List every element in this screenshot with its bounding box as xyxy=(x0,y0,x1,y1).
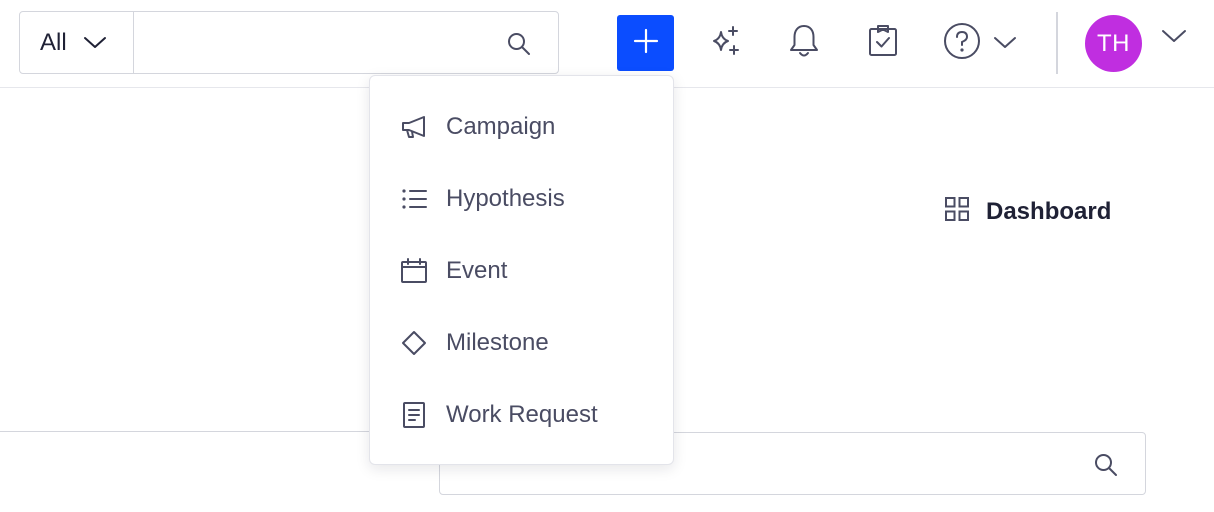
grid-icon xyxy=(944,196,970,227)
tasks-button[interactable] xyxy=(858,15,908,71)
global-search-input[interactable] xyxy=(134,12,558,73)
search-scope-select[interactable]: All xyxy=(20,12,134,73)
help-menu-button[interactable] xyxy=(940,15,1020,71)
clipboard-check-icon xyxy=(867,24,899,63)
document-icon xyxy=(399,400,429,430)
user-avatar[interactable]: TH xyxy=(1085,15,1142,72)
menu-item-label: Campaign xyxy=(446,113,556,140)
plus-icon xyxy=(633,28,659,59)
menu-item-label: Hypothesis xyxy=(446,185,565,212)
global-search-field xyxy=(134,12,558,73)
add-new-button[interactable] xyxy=(617,15,674,71)
bell-icon xyxy=(787,23,821,64)
menu-item-campaign[interactable]: Campaign xyxy=(370,91,673,163)
menu-item-event[interactable]: Event xyxy=(370,235,673,307)
megaphone-icon xyxy=(399,112,429,142)
toolbar-divider xyxy=(1056,12,1058,74)
dashboard-link[interactable]: Dashboard xyxy=(944,196,1111,227)
menu-item-milestone[interactable]: Milestone xyxy=(370,307,673,379)
chevron-down-icon xyxy=(993,36,1017,50)
search-scope-label: All xyxy=(40,28,67,56)
search-icon[interactable] xyxy=(1093,452,1119,483)
ai-assistant-button[interactable] xyxy=(700,15,750,71)
calendar-icon xyxy=(399,256,429,286)
add-new-dropdown-menu: Campaign Hypothesis Event Milestone Work… xyxy=(369,75,674,465)
menu-item-hypothesis[interactable]: Hypothesis xyxy=(370,163,673,235)
help-circle-icon xyxy=(943,22,981,65)
menu-item-label: Work Request xyxy=(446,401,598,428)
chevron-down-icon xyxy=(83,36,107,50)
menu-item-label: Milestone xyxy=(446,329,549,356)
menu-item-work-request[interactable]: Work Request xyxy=(370,379,673,451)
chevron-down-icon[interactable] xyxy=(1160,28,1188,49)
search-icon[interactable] xyxy=(506,31,532,62)
dashboard-label: Dashboard xyxy=(986,197,1112,225)
sparkles-icon xyxy=(708,24,742,63)
diamond-icon xyxy=(399,328,429,358)
menu-item-label: Event xyxy=(446,257,508,284)
global-search-group: All xyxy=(19,11,559,74)
list-icon xyxy=(399,184,429,214)
notifications-button[interactable] xyxy=(780,15,828,71)
